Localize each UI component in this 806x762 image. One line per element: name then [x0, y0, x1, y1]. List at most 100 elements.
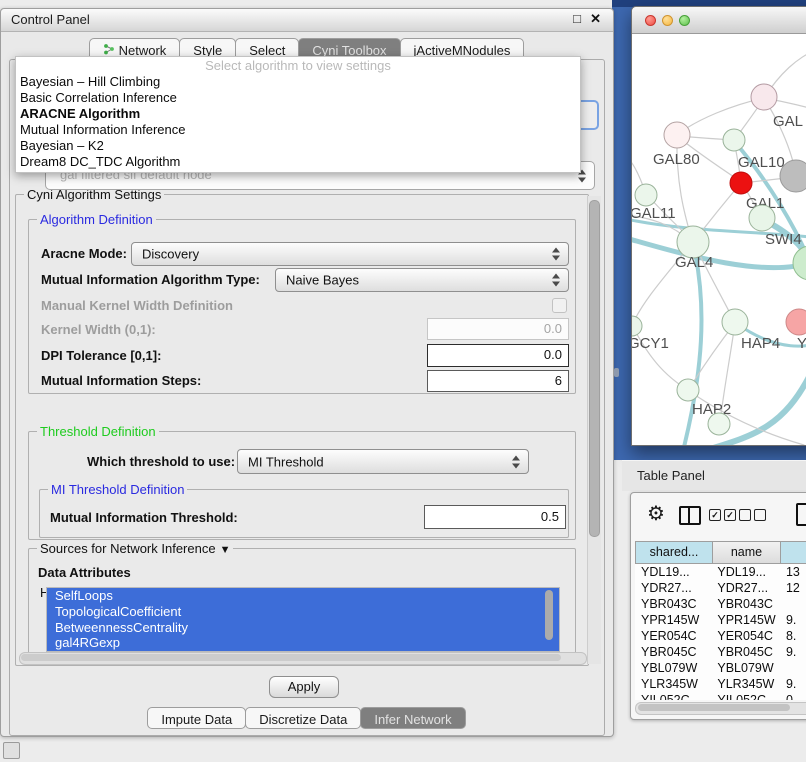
which-threshold-combobox[interactable]: MI Threshold — [237, 449, 529, 474]
table-row[interactable]: YBR043CYBR043C — [635, 596, 806, 612]
sources-group-title[interactable]: Sources for Network Inference▼ — [37, 541, 233, 556]
mi-steps-label: Mutual Information Steps: — [41, 373, 201, 388]
attributes-scrollbar-thumb[interactable] — [545, 590, 553, 640]
close-traffic-light[interactable] — [645, 15, 656, 26]
network-node-gcy1[interactable] — [632, 316, 642, 336]
minimized-panel-icon[interactable] — [3, 742, 20, 759]
mi-steps-field[interactable]: 6 — [427, 370, 569, 392]
combo-arrows-icon — [552, 274, 560, 287]
manual-kernel-checkbox[interactable] — [552, 298, 567, 313]
attribute-item-betweennesscentrality[interactable]: BetweennessCentrality — [47, 620, 559, 636]
table-row[interactable]: YPR145WYPR145W9. — [635, 612, 806, 628]
table-row[interactable]: YDL19...YDL19...13 — [635, 564, 806, 580]
table-panel-titlebar: Table Panel — [622, 460, 806, 491]
table-cell: 9. — [778, 644, 806, 660]
threshold-definition-title: Threshold Definition — [37, 424, 159, 439]
table-row[interactable]: YBL079WYBL079W — [635, 660, 806, 676]
network-node[interactable] — [780, 160, 806, 192]
mi-type-label: Mutual Information Algorithm Type: — [41, 272, 260, 287]
algorithm-option-mutual-information-inference[interactable]: Mutual Information Inference — [16, 122, 580, 138]
panel-splitter-handle[interactable] — [614, 368, 619, 377]
algorithm-definition-group: Algorithm Definition Aracne Mode: Discov… — [28, 219, 576, 394]
node-label-gal: GAL — [773, 113, 803, 130]
algorithm-option-bayesian-hill-climbing[interactable]: Bayesian – Hill Climbing — [16, 74, 580, 90]
node-label-gal4: GAL4 — [675, 254, 713, 271]
zoom-traffic-light[interactable] — [679, 15, 690, 26]
network-node-gal10[interactable] — [723, 129, 745, 151]
attribute-item-topologicalcoefficient[interactable]: TopologicalCoefficient — [47, 604, 559, 620]
network-node-gal[interactable] — [751, 84, 777, 110]
combo-arrows-icon — [552, 248, 560, 261]
network-node-y[interactable] — [786, 309, 806, 335]
select-all-checked-icon-2[interactable]: ✓ — [724, 509, 736, 521]
deselect-all-icon-2[interactable] — [754, 509, 766, 521]
algorithm-option-dream8-dc-tdc-algorithm[interactable]: Dream8 DC_TDC Algorithm — [16, 154, 580, 170]
settings-hscroll-thumb[interactable] — [21, 654, 561, 661]
settings-vscroll-thumb[interactable] — [589, 200, 600, 537]
network-graph-canvas[interactable]: GALGAL80GAL10GAL1GAL11SWI4GAL4GCY1HAP4YH… — [632, 33, 806, 445]
mi-type-value: Naive Bayes — [286, 273, 359, 288]
network-node-hap4[interactable] — [722, 309, 748, 335]
dpi-tolerance-field[interactable]: 0.0 — [427, 344, 569, 367]
gear-icon[interactable]: ⚙ — [647, 501, 665, 526]
network-node-gal11[interactable] — [635, 184, 657, 206]
close-icon[interactable]: ✕ — [590, 11, 601, 27]
tab-impute-data[interactable]: Impute Data — [147, 707, 246, 729]
control-panel-titlebar[interactable]: Control Panel □ ✕ — [1, 9, 613, 32]
network-window-titlebar[interactable] — [632, 7, 806, 34]
algorithm-option-aracne-algorithm[interactable]: ARACNE Algorithm — [16, 106, 580, 122]
node-label-gal80: GAL80 — [653, 151, 700, 168]
table-row[interactable]: YIL052CYIL052C0. — [635, 692, 806, 700]
network-node[interactable] — [793, 246, 806, 280]
table-panel-title: Table Panel — [637, 468, 705, 483]
attribute-item-selfloops[interactable]: SelfLoops — [47, 588, 559, 604]
algorithm-definition-title: Algorithm Definition — [37, 212, 156, 227]
aracne-mode-label: Aracne Mode: — [41, 246, 127, 261]
mi-type-combobox[interactable]: Naive Bayes — [275, 268, 569, 292]
table-cell: 0. — [778, 692, 806, 700]
tab-discretize-data[interactable]: Discretize Data — [245, 707, 361, 729]
minimize-traffic-light[interactable] — [662, 15, 673, 26]
table-cell: YIL052C — [635, 692, 711, 700]
network-node[interactable] — [708, 413, 730, 435]
float-window-icon[interactable]: □ — [573, 11, 581, 26]
attribute-item-gal4rgexp[interactable]: gal4RGexp — [47, 635, 559, 651]
table-horizontal-scrollbar[interactable] — [635, 702, 806, 715]
aracne-mode-combobox[interactable]: Discovery — [131, 242, 569, 266]
algorithm-dropdown-list: Bayesian – Hill ClimbingBasic Correlatio… — [16, 74, 580, 170]
data-attributes-list[interactable]: SelfLoopsTopologicalCoefficientBetweenne… — [46, 587, 560, 652]
algorithm-dropdown-popup: Select algorithm to view settings Bayesi… — [15, 56, 581, 173]
table-row[interactable]: YLR345WYLR345W9. — [635, 676, 806, 692]
columns-icon[interactable] — [679, 506, 701, 525]
which-threshold-label: Which threshold to use: — [87, 454, 235, 469]
table-cell: YER054C — [711, 628, 778, 644]
mi-threshold-field[interactable]: 0.5 — [424, 505, 566, 529]
deselect-all-icon[interactable] — [739, 509, 751, 521]
tab-infer-network[interactable]: Infer Network — [360, 707, 465, 729]
select-all-checked-icon[interactable]: ✓ — [709, 509, 721, 521]
network-node-swi4[interactable] — [749, 205, 775, 231]
column-header-shared[interactable]: shared... — [635, 541, 713, 564]
table-cell: 9. — [778, 612, 806, 628]
algorithm-option-bayesian-k2[interactable]: Bayesian – K2 — [16, 138, 580, 154]
column-header-a[interactable]: A — [781, 541, 806, 564]
table-row[interactable]: YER054CYER054C8. — [635, 628, 806, 644]
algorithm-option-basic-correlation-inference[interactable]: Basic Correlation Inference — [16, 90, 580, 106]
apply-button[interactable]: Apply — [269, 676, 339, 698]
table-cell: YBL079W — [711, 660, 778, 676]
collapse-down-icon: ▼ — [220, 544, 231, 556]
export-table-icon[interactable] — [796, 503, 806, 526]
column-header-name[interactable]: name — [713, 541, 781, 564]
table-row[interactable]: YBR045CYBR045C9. — [635, 644, 806, 660]
kernel-width-field[interactable]: 0.0 — [427, 318, 569, 340]
network-node-gal1[interactable] — [730, 172, 752, 194]
table-cell: 8. — [778, 628, 806, 644]
table-hscroll-thumb[interactable] — [638, 704, 790, 711]
table-cell: 12 — [778, 580, 806, 596]
network-node-hap2[interactable] — [677, 379, 699, 401]
threshold-definition-group: Threshold Definition Which threshold to … — [28, 431, 576, 540]
cyni-algorithm-settings-group: Cyni Algorithm Settings Algorithm Defini… — [15, 194, 589, 666]
network-node-gal80[interactable] — [664, 122, 690, 148]
table-row[interactable]: YDR27...YDR27...12 — [635, 580, 806, 596]
table-cell: YDR27... — [635, 580, 711, 596]
